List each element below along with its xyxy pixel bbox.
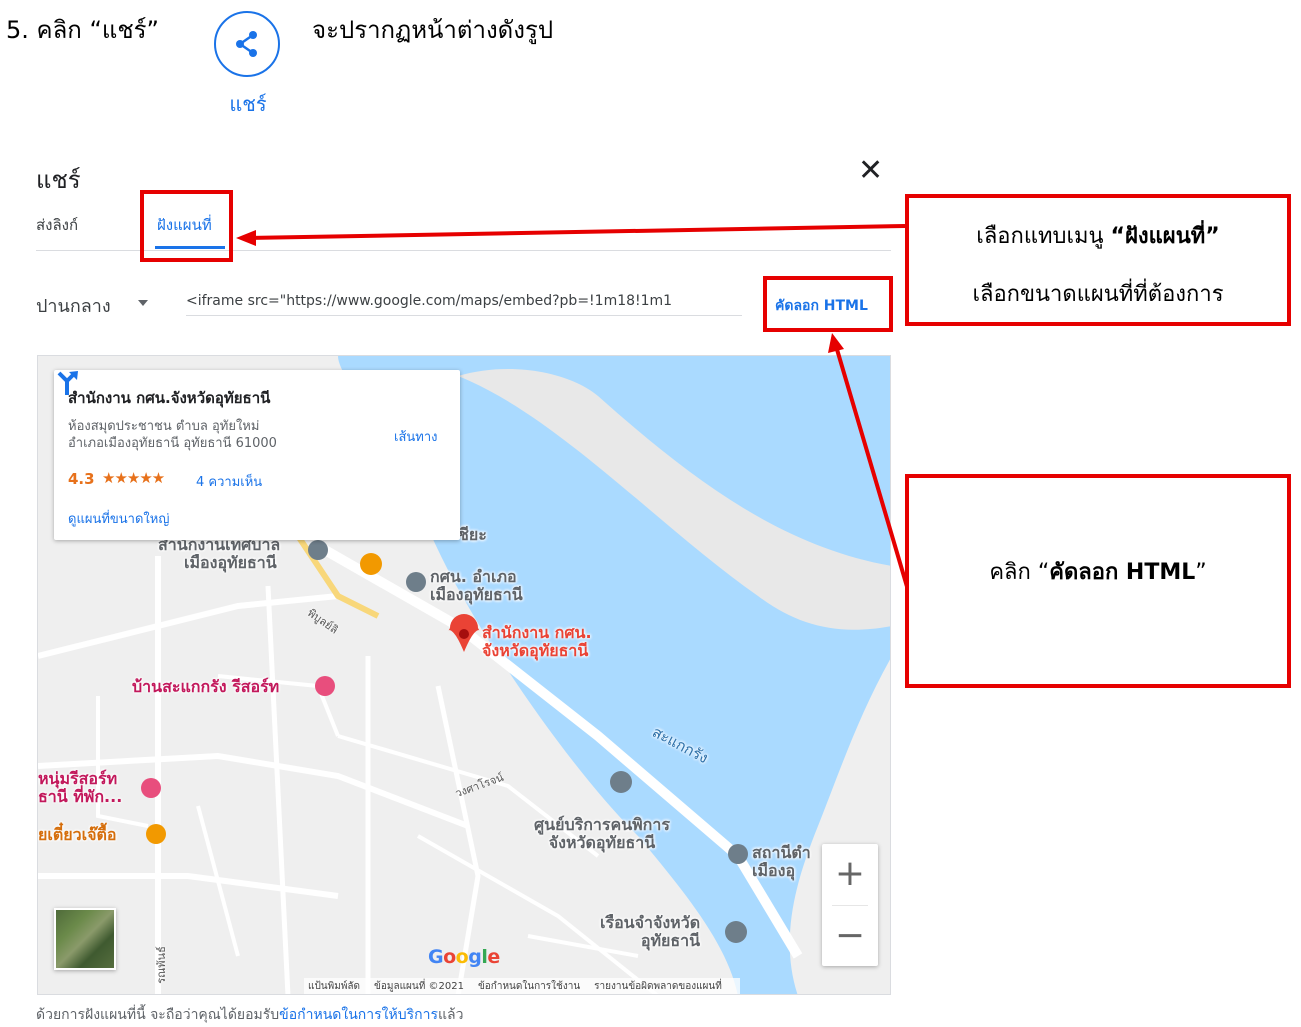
annotation-line-1: เลือกแทบเมนู “ฝังแผนที่” bbox=[976, 224, 1220, 249]
highlight-embed-tab bbox=[140, 190, 233, 262]
annotation-box-embed: เลือกแทบเมนู “ฝังแผนที่” เลือกขนาดแผนที่… bbox=[905, 194, 1291, 326]
annotation-line-2: เลือกขนาดแผนที่ที่ต้องการ bbox=[972, 282, 1224, 307]
annotation-copy-text: คลิก “คัดลอก HTML” bbox=[989, 560, 1207, 585]
highlight-copy-html bbox=[763, 276, 893, 332]
annotation-box-copy: คลิก “คัดลอก HTML” bbox=[905, 474, 1291, 688]
